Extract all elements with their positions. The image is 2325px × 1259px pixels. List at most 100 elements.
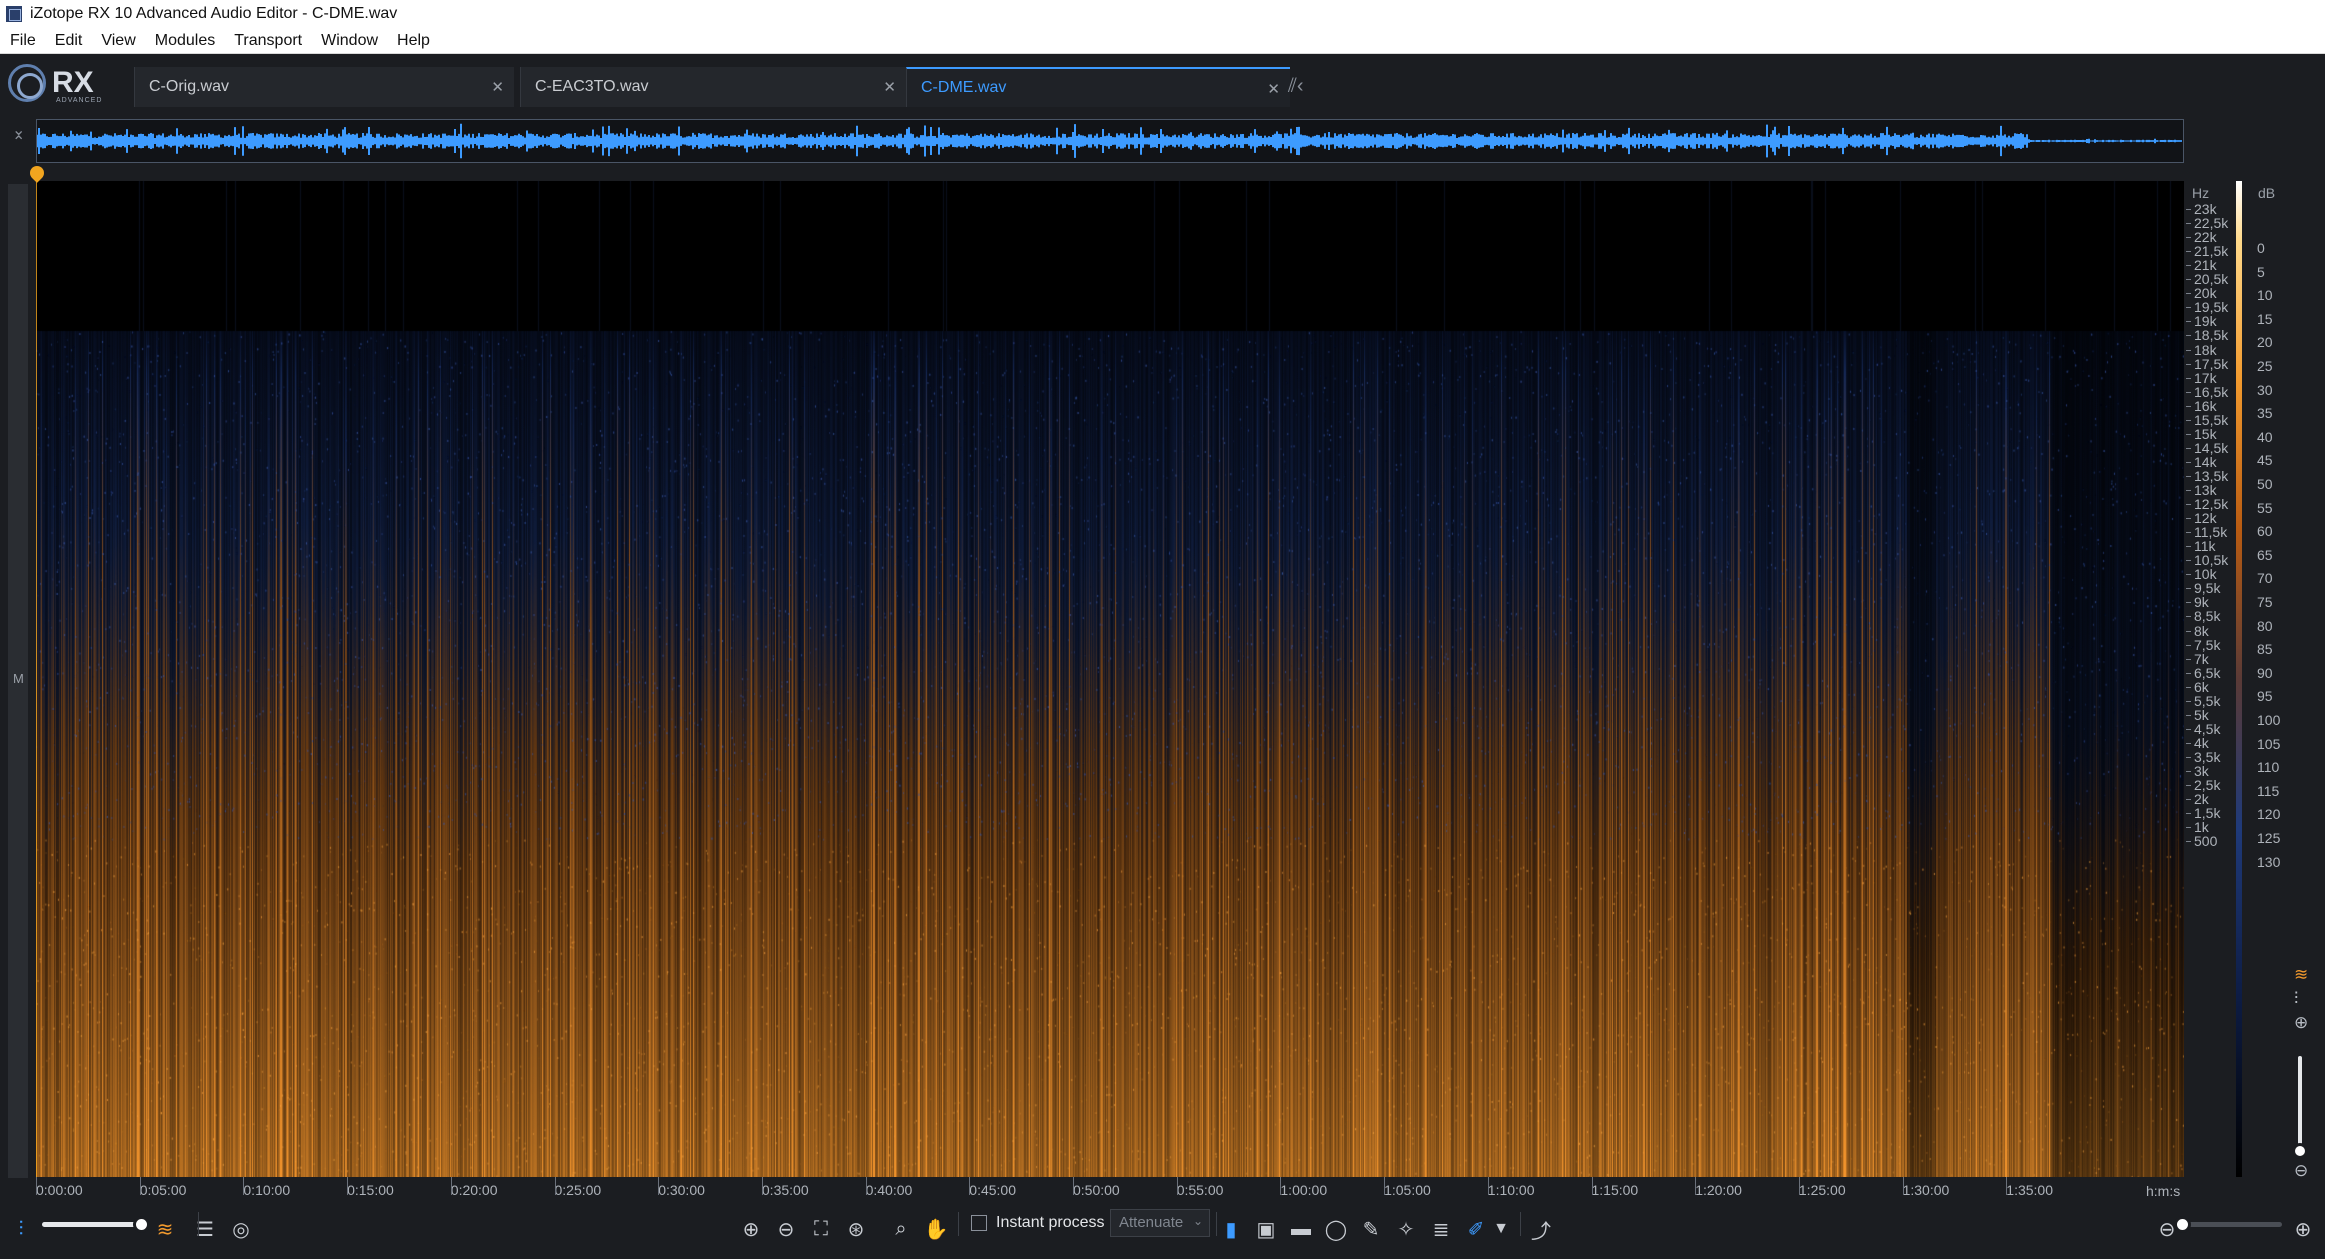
db-axis: dB 0 5 10 15 20 25 30 35 40 45 50 55 60 65 70 75 80 85 90 9… (2236, 181, 2290, 1177)
hz-tick-label: 500 (2185, 833, 2218, 850)
time-tick-label: 0:00:00 (36, 1177, 83, 1198)
db-tick-label: 0 (2257, 240, 2265, 256)
db-tick-label: 20 (2257, 334, 2273, 351)
tab-label: C-DME.wav (921, 79, 1007, 96)
time-tick-label: 0:25:00 (554, 1177, 602, 1198)
db-tick-label: 55 (2257, 499, 2273, 516)
zoom-out-icon[interactable]: ⊖ (771, 1214, 801, 1244)
vertical-zoom-slider[interactable] (2292, 1143, 2308, 1159)
time-ruler[interactable]: 0:00:00 0:05:00 0:10:00 0:15:00 0:20:00 0:25:… (36, 1177, 2226, 1202)
db-tick-label: 125 (2257, 830, 2281, 846)
db-tick-label: 110 (2257, 759, 2280, 776)
file-info-icon[interactable]: ☰ (190, 1214, 220, 1244)
close-icon[interactable]: ✕ (1267, 80, 1280, 98)
rx-logo: RX ADVANCED (8, 61, 101, 105)
menu-file[interactable]: File (10, 32, 36, 50)
lasso-selection-icon[interactable]: ◯ (1321, 1214, 1351, 1244)
close-icon[interactable]: ✕ (883, 78, 896, 96)
menu-edit[interactable]: Edit (55, 32, 83, 50)
time-tick-label: 1:00:00 (1280, 1177, 1328, 1198)
time-tick-label: 0:15:00 (347, 1177, 394, 1198)
db-tick-label: 70 (2257, 570, 2273, 587)
vertical-zoom-fill (2298, 1056, 2302, 1148)
frequency-axis: Hz 23k 22,5k 22k 21,5k 21k 20,5k 20k 19,5k 19k 18… (2184, 181, 2236, 1177)
magic-wand-icon[interactable]: ✧ (1391, 1214, 1421, 1244)
spectrogram-view-icon[interactable]: ≋ (150, 1214, 180, 1244)
menu-bar: File Edit View Modules Transport Window … (0, 28, 2325, 54)
spectrogram-view[interactable] (36, 181, 2184, 1177)
window-title: iZotope RX 10 Advanced Audio Editor - C-… (30, 5, 398, 22)
db-tick-label: 85 (2257, 641, 2273, 658)
spectrogram-settings-icon[interactable]: ≋ (2294, 965, 2308, 985)
time-tick-label: 1:30:00 (1902, 1177, 1950, 1198)
db-tick-label: 30 (2257, 381, 2273, 398)
time-tick-label: 0:30:00 (658, 1177, 705, 1198)
chevron-down-icon: ⌄ (1192, 1214, 1203, 1228)
menu-help[interactable]: Help (397, 32, 430, 50)
tab-c-dme[interactable]: C-DME.wav ✕ (906, 67, 1290, 107)
menu-view[interactable]: View (101, 32, 135, 50)
time-tick-label: 0:20:00 (450, 1177, 498, 1198)
close-icon[interactable]: ✕ (491, 78, 504, 96)
waveform-view-icon[interactable]: ⫶ (6, 1214, 36, 1244)
db-tick-label: 25 (2257, 358, 2273, 374)
rx-logo-text: RX (52, 66, 94, 99)
instant-process-mode-select[interactable]: Attenuate ⌄ (1110, 1209, 1210, 1237)
zoom-tool-icon[interactable]: ⌕ (886, 1214, 916, 1244)
db-tick-label: 75 (2257, 594, 2273, 610)
zoom-to-selection-icon[interactable]: ⛶ (806, 1214, 836, 1244)
collapse-overview-icon[interactable]: ⌄ ⌃ (12, 123, 25, 151)
db-tick-label: 100 (2257, 712, 2281, 728)
tab-overflow-icon[interactable]: ⫽‹ (1288, 75, 1304, 98)
time-tick-label: 1:10:00 (1487, 1177, 1535, 1198)
tab-label: C-Orig.wav (149, 78, 230, 95)
time-tick-label: 0:45:00 (969, 1177, 1017, 1198)
tab-c-orig[interactable]: C-Orig.wav ✕ (134, 67, 514, 107)
app-icon (6, 6, 22, 22)
db-axis-title: dB (2258, 185, 2276, 201)
db-tick-label: 35 (2257, 405, 2273, 422)
time-frequency-selection-icon[interactable]: ▣ (1251, 1214, 1281, 1244)
spectrogram-canvas (36, 181, 2184, 1177)
hz-axis-title: Hz (2192, 185, 2210, 201)
playhead-line (36, 178, 37, 1182)
time-selection-icon[interactable]: ▮ (1216, 1214, 1246, 1244)
rx-logo-subtitle: ADVANCED (56, 97, 103, 104)
zoom-in-icon[interactable]: ⊕ (736, 1214, 766, 1244)
waveform-settings-icon[interactable]: ⫶ (2294, 989, 2298, 1009)
time-unit-label[interactable]: h:m:s (2146, 1183, 2180, 1199)
time-tick-label: 0:40:00 (865, 1177, 913, 1198)
waveform-spectrogram-slider-fill (42, 1222, 142, 1227)
brush-selection-icon[interactable]: ✎ (1356, 1214, 1386, 1244)
draw-curve-icon[interactable]: ⤴ (1526, 1214, 1556, 1244)
instant-process-checkbox[interactable] (971, 1215, 987, 1231)
title-bar: iZotope RX 10 Advanced Audio Editor - C-… (0, 0, 2325, 28)
instant-process-label: Instant process (996, 1214, 1105, 1231)
menu-transport[interactable]: Transport (234, 32, 302, 50)
frequency-selection-icon[interactable]: ▬ (1286, 1214, 1316, 1244)
overview-waveform[interactable] (36, 119, 2184, 163)
vertical-zoom-in-icon[interactable]: ⊕ (2294, 1013, 2308, 1033)
horizontal-zoom-in-icon[interactable]: ⊕ (2288, 1214, 2318, 1244)
db-tick-label: 90 (2257, 664, 2273, 681)
tab-c-eac3to[interactable]: C-EAC3TO.wav ✕ (520, 67, 906, 107)
vertical-zoom-out-icon[interactable]: ⊖ (2294, 1161, 2308, 1181)
harmonic-selection-icon[interactable]: ≣ (1426, 1214, 1456, 1244)
zoom-fit-icon[interactable]: ⊛ (841, 1214, 871, 1244)
horizontal-zoom-track (2178, 1222, 2282, 1227)
toolbar-separator (1216, 1212, 1217, 1236)
hand-tool-icon[interactable]: ✋ (921, 1214, 951, 1244)
time-tick-label: 0:10:00 (243, 1177, 291, 1198)
tab-label: C-EAC3TO.wav (535, 78, 649, 95)
rx-logo-icon (8, 64, 46, 102)
chevron-down-icon[interactable]: ▼ (1486, 1214, 1516, 1244)
markers-regions-icon[interactable]: ◎ (226, 1214, 256, 1244)
db-tick-label: 115 (2257, 782, 2280, 799)
menu-window[interactable]: Window (321, 32, 378, 50)
db-tick-label: 50 (2257, 476, 2273, 492)
time-tick-label: 0:35:00 (761, 1177, 809, 1198)
waveform-spectrogram-slider[interactable] (133, 1216, 150, 1233)
horizontal-zoom-slider[interactable] (2174, 1216, 2191, 1233)
menu-modules[interactable]: Modules (155, 32, 215, 50)
db-tick-label: 95 (2257, 688, 2273, 705)
